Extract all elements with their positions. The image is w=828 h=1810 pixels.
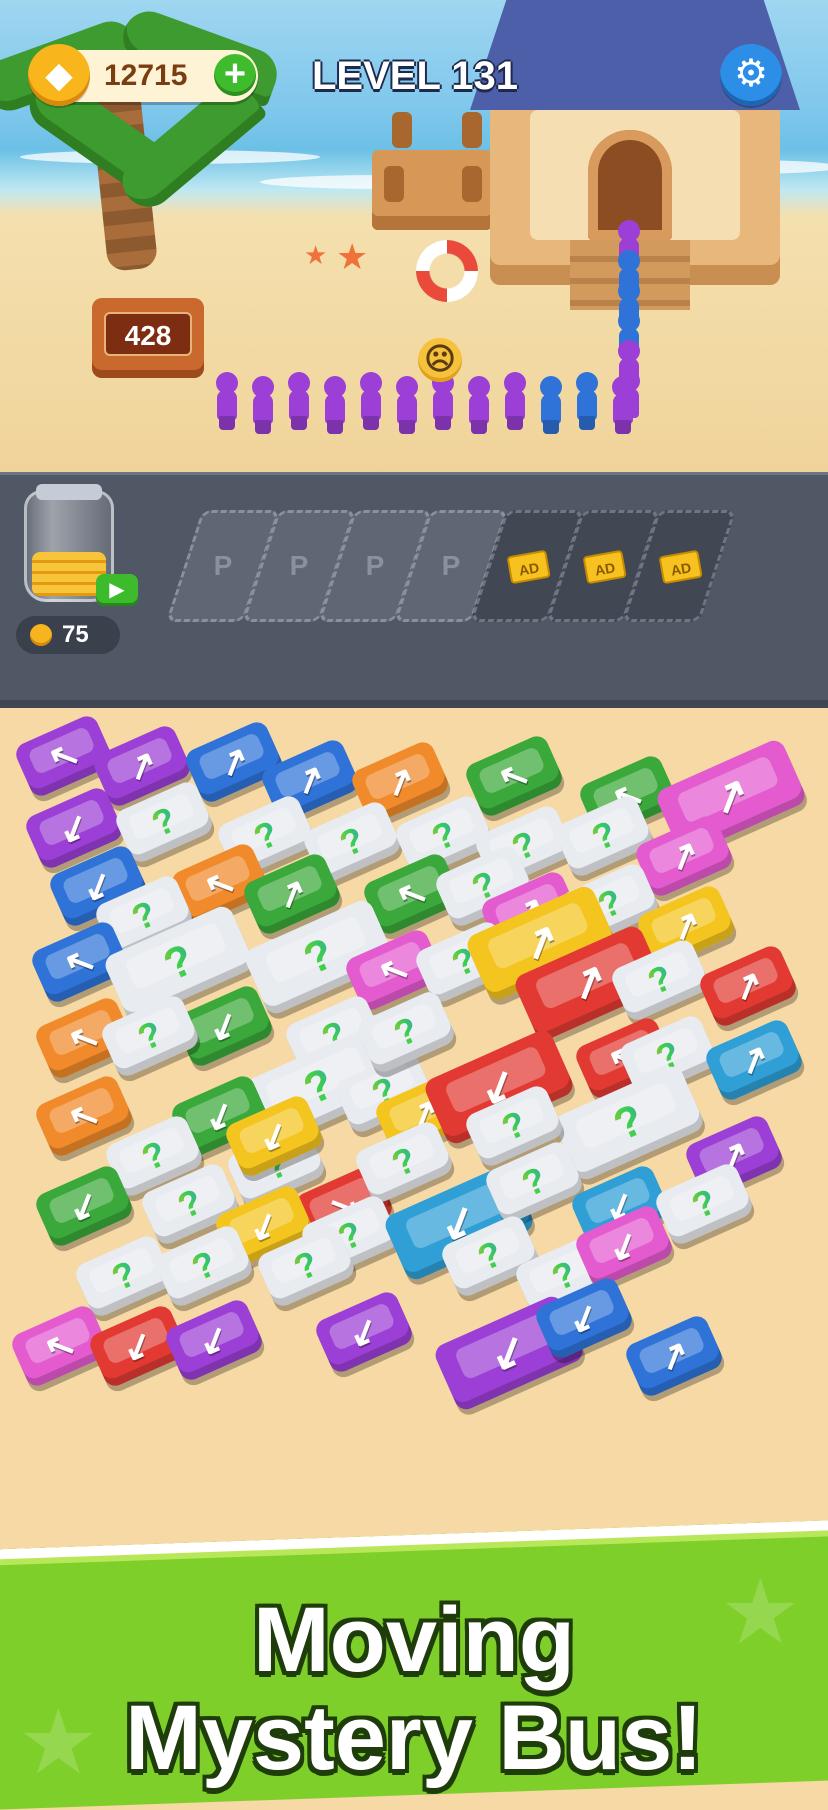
parking-edge bbox=[0, 700, 828, 708]
level-title: LEVEL 131 bbox=[311, 54, 519, 98]
passenger bbox=[322, 376, 348, 434]
passenger bbox=[502, 372, 528, 430]
dock-post bbox=[384, 166, 404, 202]
ad-tag-icon: AD bbox=[506, 549, 551, 585]
passenger bbox=[610, 376, 636, 434]
coin-balance: 12715 bbox=[104, 59, 188, 92]
ad-tag-icon: AD bbox=[582, 549, 627, 585]
purple-car[interactable]: ↙ bbox=[162, 1296, 266, 1384]
add-coins-button[interactable]: + bbox=[214, 54, 256, 96]
banner-title-line-2: Mystery Bus! bbox=[125, 1687, 703, 1789]
gear-icon: ⚙ bbox=[733, 53, 769, 95]
purple-car[interactable]: ↙ bbox=[312, 1288, 416, 1376]
sad-face-icon: ☹ bbox=[418, 338, 462, 382]
passenger bbox=[574, 372, 600, 430]
play-icon: ▶ bbox=[109, 579, 125, 601]
jar-coin-stack bbox=[32, 552, 106, 596]
blue-car[interactable]: ↗ bbox=[622, 1312, 726, 1400]
starfish-icon: ★ bbox=[336, 236, 369, 277]
coin-icon bbox=[30, 624, 52, 646]
passenger bbox=[538, 376, 564, 434]
coin-icon: ◆ bbox=[28, 44, 90, 106]
passenger bbox=[286, 372, 312, 430]
ad-tag-icon: AD bbox=[658, 549, 703, 585]
dock-post bbox=[462, 166, 482, 202]
passenger bbox=[358, 372, 384, 430]
passenger bbox=[394, 376, 420, 434]
life-ring-icon bbox=[416, 240, 478, 302]
vehicle-board: ↖↗↗↗↗↖↖↗↙??????↗↙↖?↗↖?↗?↗↖??↖?↗↗?↗↖↙????… bbox=[0, 708, 828, 1528]
jar-coin-count: 75 bbox=[62, 621, 89, 648]
direction-arrow-icon: ↙ bbox=[191, 1314, 236, 1365]
dock-post bbox=[392, 112, 412, 148]
banner-title-line-1: Moving bbox=[253, 1589, 575, 1691]
passenger bbox=[214, 372, 240, 430]
direction-arrow-icon: ↗ bbox=[651, 1330, 696, 1381]
settings-button[interactable]: ⚙ bbox=[720, 44, 782, 106]
starfish-icon: ★ bbox=[304, 240, 328, 270]
direction-arrow-icon: ↗ bbox=[725, 960, 770, 1011]
passenger-counter-board: 428 bbox=[92, 298, 204, 378]
passenger bbox=[250, 376, 276, 434]
coin-jar-lid bbox=[36, 484, 102, 500]
passenger-count: 428 bbox=[104, 312, 192, 356]
passenger bbox=[466, 376, 492, 434]
watch-ad-button[interactable]: ▶ bbox=[96, 574, 138, 606]
direction-arrow-icon: ↗ bbox=[731, 1034, 776, 1085]
red-car[interactable]: ↗ bbox=[696, 942, 800, 1030]
direction-arrow-icon: ↙ bbox=[341, 1306, 386, 1357]
dock-post bbox=[462, 112, 482, 148]
cyan-car[interactable]: ↗ bbox=[702, 1016, 806, 1104]
